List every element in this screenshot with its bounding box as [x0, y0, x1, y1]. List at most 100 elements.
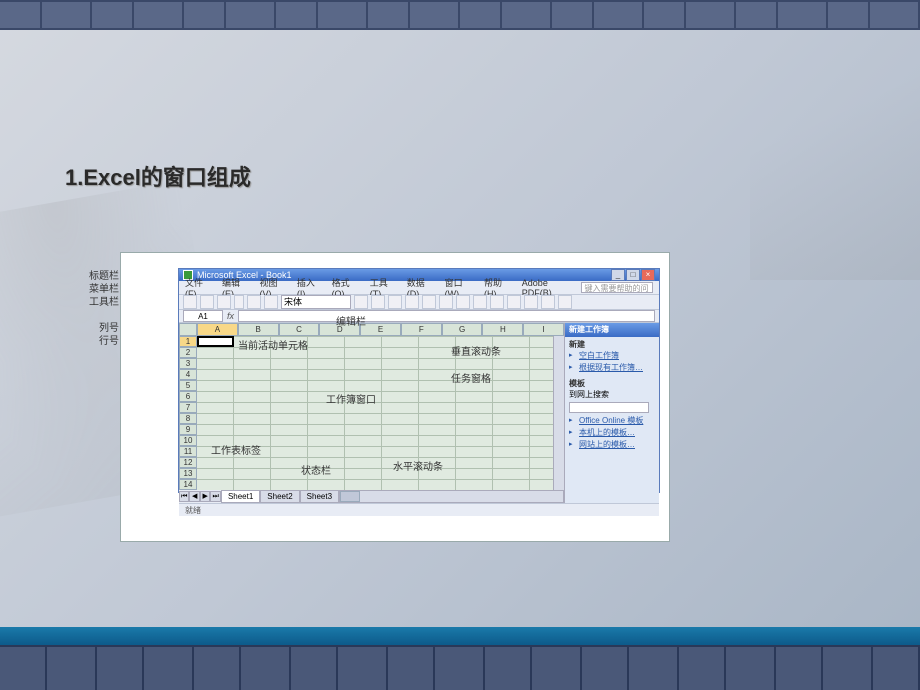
row-headers: 1 2 3 4 5 6 7 8 9 10 11 12 13 14 — [179, 336, 197, 490]
formula-input[interactable] — [238, 310, 655, 322]
toolbar-print-icon[interactable] — [247, 295, 261, 309]
row-2[interactable]: 2 — [179, 347, 197, 358]
select-all-corner[interactable] — [179, 323, 197, 336]
label-colheader: 列号 — [99, 323, 119, 335]
row-8[interactable]: 8 — [179, 413, 197, 424]
row-12[interactable]: 12 — [179, 457, 197, 468]
col-F[interactable]: F — [401, 323, 442, 336]
toolbar-save-icon[interactable] — [217, 295, 231, 309]
minimize-button[interactable]: _ — [611, 269, 625, 281]
col-A[interactable]: A — [197, 323, 238, 336]
fx-button[interactable]: fx — [227, 311, 234, 321]
toolbar-merge-icon[interactable] — [456, 295, 470, 309]
toolbar-italic-icon[interactable] — [371, 295, 385, 309]
grid-rows: 1 2 3 4 5 6 7 8 9 10 11 12 13 14 — [179, 336, 564, 490]
toolbar-align-right-icon[interactable] — [439, 295, 453, 309]
sheet-tabs: ⏮ ◀ ▶ ⏭ Sheet1 Sheet2 Sheet3 — [179, 490, 339, 503]
sheet-area: A B C D E F G H I 1 2 3 4 5 — [179, 323, 564, 503]
decorative-border-top — [0, 0, 920, 30]
label-rowheader: 行号 — [99, 336, 119, 348]
tp-office-online[interactable]: Office Online 模板 — [569, 415, 655, 427]
col-C[interactable]: C — [279, 323, 320, 336]
annot-hscroll: 水平滚动条 — [393, 458, 443, 473]
tab-sheet3[interactable]: Sheet3 — [300, 490, 339, 503]
tp-web-templates[interactable]: 网站上的模板… — [569, 439, 655, 451]
toolbar: 宋体 — [179, 295, 659, 310]
annot-activecell: 当前活动单元格 — [238, 337, 308, 352]
annot-formulabar: 编辑栏 — [336, 313, 366, 328]
tp-section-new: 新建 — [569, 339, 655, 350]
col-H[interactable]: H — [482, 323, 523, 336]
row-6[interactable]: 6 — [179, 391, 197, 402]
maximize-button[interactable]: □ — [626, 269, 640, 281]
vertical-scrollbar[interactable] — [553, 336, 564, 490]
left-labels: 标题栏 菜单栏 工具栏 列号 行号 — [83, 271, 119, 348]
row-7[interactable]: 7 — [179, 402, 197, 413]
close-button[interactable]: × — [641, 269, 655, 281]
statusbar: 就绪 — [179, 503, 659, 516]
tp-section-templates: 模板 — [569, 378, 655, 389]
decorative-border-bottom — [0, 645, 920, 690]
label-titlebar: 标题栏 — [89, 271, 119, 283]
toolbar-preview-icon[interactable] — [264, 295, 278, 309]
toolbar-align-left-icon[interactable] — [405, 295, 419, 309]
tab-nav-last-icon[interactable]: ⏭ — [210, 491, 220, 502]
background-watermark-right — [750, 30, 920, 280]
annot-workarea: 工作簿窗口 — [326, 391, 376, 406]
task-pane: 新建工作簿 新建 空白工作簿 根据现有工作簿… 模板 到网上搜索 Office … — [564, 323, 659, 503]
tp-search-label: 到网上搜索 — [569, 389, 655, 400]
tab-sheet1[interactable]: Sheet1 — [221, 490, 260, 503]
row-5[interactable]: 5 — [179, 380, 197, 391]
row-14[interactable]: 14 — [179, 479, 197, 490]
row-13[interactable]: 13 — [179, 468, 197, 479]
taskpane-header[interactable]: 新建工作簿 — [565, 323, 659, 337]
toolbar-fontcolor-icon[interactable] — [541, 295, 555, 309]
hscroll-row: ⏮ ◀ ▶ ⏭ Sheet1 Sheet2 Sheet3 — [179, 490, 564, 503]
decorative-blue-band — [0, 627, 920, 645]
toolbar-currency-icon[interactable] — [473, 295, 487, 309]
toolbar-more-icon[interactable] — [558, 295, 572, 309]
annot-vscroll: 垂直滚动条 — [451, 343, 501, 358]
annot-statusbar: 状态栏 — [301, 462, 331, 477]
name-box[interactable]: A1 — [183, 310, 223, 322]
row-4[interactable]: 4 — [179, 369, 197, 380]
toolbar-sep — [234, 295, 244, 309]
column-headers: A B C D E F G H I — [179, 323, 564, 336]
hscroll-thumb[interactable] — [340, 491, 360, 502]
row-11[interactable]: 11 — [179, 446, 197, 457]
help-search-box[interactable]: 键入需要帮助的问题 — [581, 282, 653, 293]
toolbar-borders-icon[interactable] — [507, 295, 521, 309]
excel-figure: 标题栏 菜单栏 工具栏 列号 行号 Microsoft Excel - Book… — [120, 252, 670, 542]
row-10[interactable]: 10 — [179, 435, 197, 446]
toolbar-percent-icon[interactable] — [490, 295, 504, 309]
toolbar-underline-icon[interactable] — [388, 295, 402, 309]
tab-nav-prev-icon[interactable]: ◀ — [189, 491, 199, 502]
label-toolbar: 工具栏 — [89, 297, 119, 309]
tp-search-input[interactable] — [569, 402, 649, 413]
tab-sheet2[interactable]: Sheet2 — [260, 490, 299, 503]
toolbar-fillcolor-icon[interactable] — [524, 295, 538, 309]
row-1[interactable]: 1 — [179, 336, 197, 347]
row-9[interactable]: 9 — [179, 424, 197, 435]
formulabar: A1 fx — [179, 310, 659, 323]
tp-blank-workbook[interactable]: 空白工作簿 — [569, 350, 655, 362]
toolbar-bold-icon[interactable] — [354, 295, 368, 309]
col-B[interactable]: B — [238, 323, 279, 336]
active-cell[interactable] — [197, 336, 234, 347]
font-combobox[interactable]: 宋体 — [281, 295, 351, 309]
row-3[interactable]: 3 — [179, 358, 197, 369]
annot-taskpane: 任务窗格 — [451, 370, 491, 385]
col-G[interactable]: G — [442, 323, 483, 336]
cell-grid[interactable] — [197, 336, 553, 490]
col-E[interactable]: E — [360, 323, 401, 336]
tab-nav-next-icon[interactable]: ▶ — [200, 491, 210, 502]
toolbar-new-icon[interactable] — [183, 295, 197, 309]
tab-nav-first-icon[interactable]: ⏮ — [179, 491, 189, 502]
toolbar-open-icon[interactable] — [200, 295, 214, 309]
tp-from-existing[interactable]: 根据现有工作簿… — [569, 362, 655, 374]
horizontal-scrollbar[interactable] — [339, 490, 564, 503]
tp-local-templates[interactable]: 本机上的模板… — [569, 427, 655, 439]
menubar: 文件(F) 编辑(E) 视图(V) 插入(I) 格式(O) 工具(T) 数据(D… — [179, 281, 659, 295]
col-I[interactable]: I — [523, 323, 564, 336]
toolbar-align-center-icon[interactable] — [422, 295, 436, 309]
